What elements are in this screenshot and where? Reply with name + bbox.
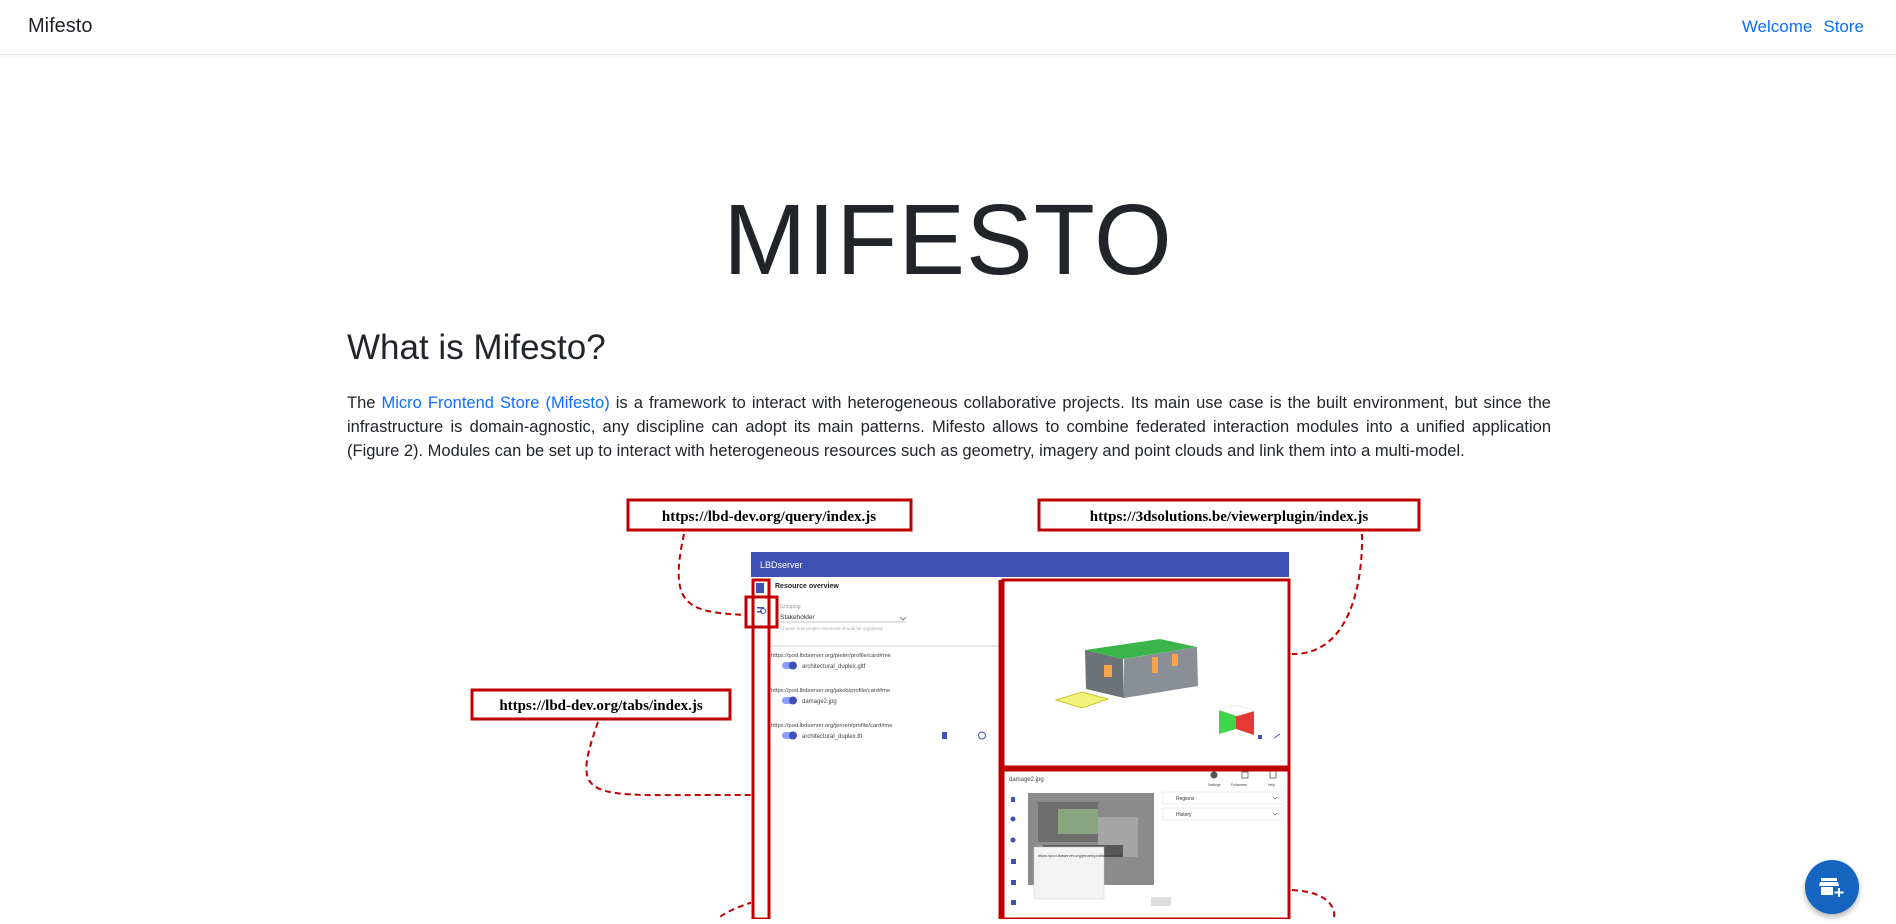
svg-text:damage2.jpg: damage2.jpg (1009, 777, 1044, 783)
intro-paragraph: The Micro Frontend Store (Mifesto) is a … (347, 391, 1551, 463)
svg-text:architectural_duplex.gltf: architectural_duplex.gltf (802, 664, 866, 670)
document-icon (756, 583, 764, 593)
label-query: https://lbd-dev.org/query/index.js (626, 498, 913, 532)
svg-text:Stakeholder: Stakeholder (780, 614, 816, 621)
app-mockup: LBDserver Resource overview Grouping Sta… (751, 552, 1289, 919)
svg-text:https://lbd-dev.org/query/inde: https://lbd-dev.org/query/index.js (662, 509, 876, 525)
nav-link-welcome[interactable]: Welcome (1742, 17, 1813, 37)
svg-text:damage2.jpg: damage2.jpg (802, 699, 837, 705)
svg-text:Regions: Regions (1176, 796, 1195, 802)
svg-text:https://pod.lbdserver.org/jero: https://pod.lbdserver.org/jeroen/profile… (771, 723, 892, 729)
label-tabs: https://lbd-dev.org/tabs/index.js (470, 688, 732, 721)
svg-text:https://3dsolutions.be/viewerp: https://3dsolutions.be/viewerplugin/inde… (1090, 509, 1369, 525)
svg-text:Choose how project resources s: Choose how project resources should be o… (780, 626, 883, 631)
hero-title: MIFESTO (723, 184, 1173, 296)
section-heading: What is Mifesto? (347, 328, 606, 367)
mifesto-link[interactable]: Micro Frontend Store (Mifesto) (382, 394, 610, 412)
navbar: Mifesto Welcome Store (0, 0, 1896, 55)
add-store-button[interactable] (1805, 860, 1859, 914)
svg-text:https://pod.lbdserver.org/piet: https://pod.lbdserver.org/pieter/profile… (771, 653, 891, 659)
architecture-figure: https://lbd-dev.org/query/index.js https… (468, 497, 1448, 924)
add-store-icon (1819, 878, 1844, 897)
connector-viewer (1291, 533, 1364, 656)
svg-text:Resource overview: Resource overview (775, 583, 839, 590)
intro-text-pre: The (347, 394, 382, 412)
svg-text:Settings: Settings (1208, 783, 1221, 787)
delete-icon (942, 732, 947, 739)
svg-text:History: History (1176, 812, 1192, 818)
svg-text:https://lbd-dev.org/tabs/index: https://lbd-dev.org/tabs/index.js (499, 698, 703, 714)
nav-link-store[interactable]: Store (1823, 17, 1864, 37)
svg-text:Grouping: Grouping (780, 604, 801, 610)
settings-icon (1210, 771, 1218, 779)
svg-text:https://pod.lbdserver.org/jero: https://pod.lbdserver.org/jeroen/profile… (1038, 853, 1123, 858)
connector-bottom-right (1291, 889, 1336, 920)
label-viewer: https://3dsolutions.be/viewerplugin/inde… (1037, 498, 1421, 532)
svg-text:LBDserver: LBDserver (760, 560, 803, 570)
svg-text:Help: Help (1268, 783, 1275, 787)
brand[interactable]: Mifesto (28, 15, 92, 38)
connector-query (677, 533, 747, 616)
nav-links: Welcome Store (1742, 17, 1864, 37)
svg-text:https://pod.lbdserver.org/jako: https://pod.lbdserver.org/jakob/profile/… (771, 688, 890, 694)
connector-tabs (585, 721, 754, 797)
svg-text:architectural_duplex.ttl: architectural_duplex.ttl (802, 734, 862, 740)
svg-text:Fullscreen: Fullscreen (1231, 783, 1247, 787)
connector-bottom-left (717, 901, 754, 920)
intro-section: What is Mifesto? The Micro Frontend Stor… (347, 325, 1551, 463)
